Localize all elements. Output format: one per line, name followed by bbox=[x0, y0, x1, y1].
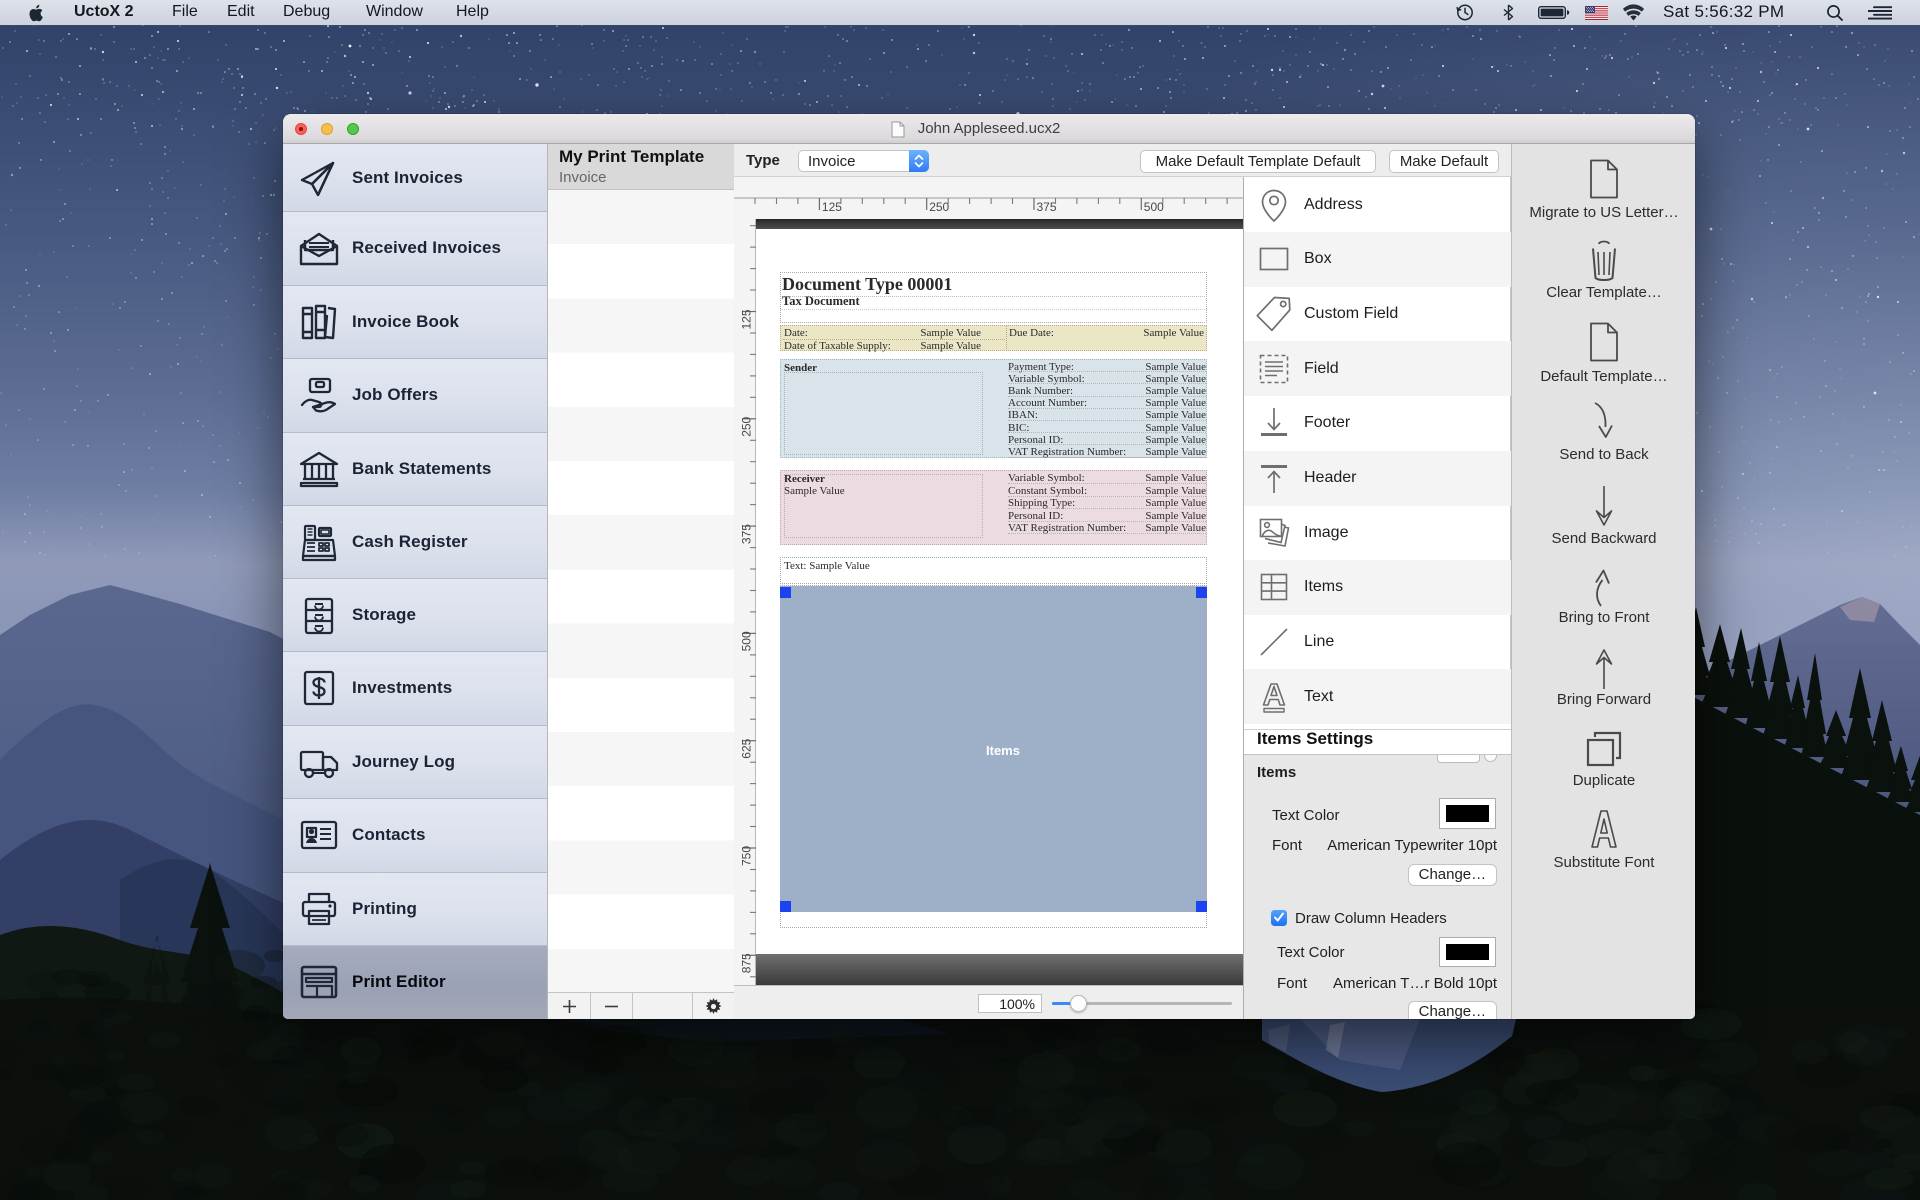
svg-text:500: 500 bbox=[1144, 200, 1164, 214]
svg-text:625: 625 bbox=[740, 738, 754, 758]
svg-text:375: 375 bbox=[740, 524, 754, 544]
svg-text:375: 375 bbox=[1037, 200, 1057, 214]
svg-text:125: 125 bbox=[822, 200, 842, 214]
svg-text:750: 750 bbox=[740, 846, 754, 866]
svg-text:250: 250 bbox=[929, 200, 949, 214]
svg-text:125: 125 bbox=[740, 309, 754, 329]
svg-text:250: 250 bbox=[740, 416, 754, 436]
svg-text:500: 500 bbox=[740, 631, 754, 651]
svg-text:875: 875 bbox=[740, 953, 754, 973]
